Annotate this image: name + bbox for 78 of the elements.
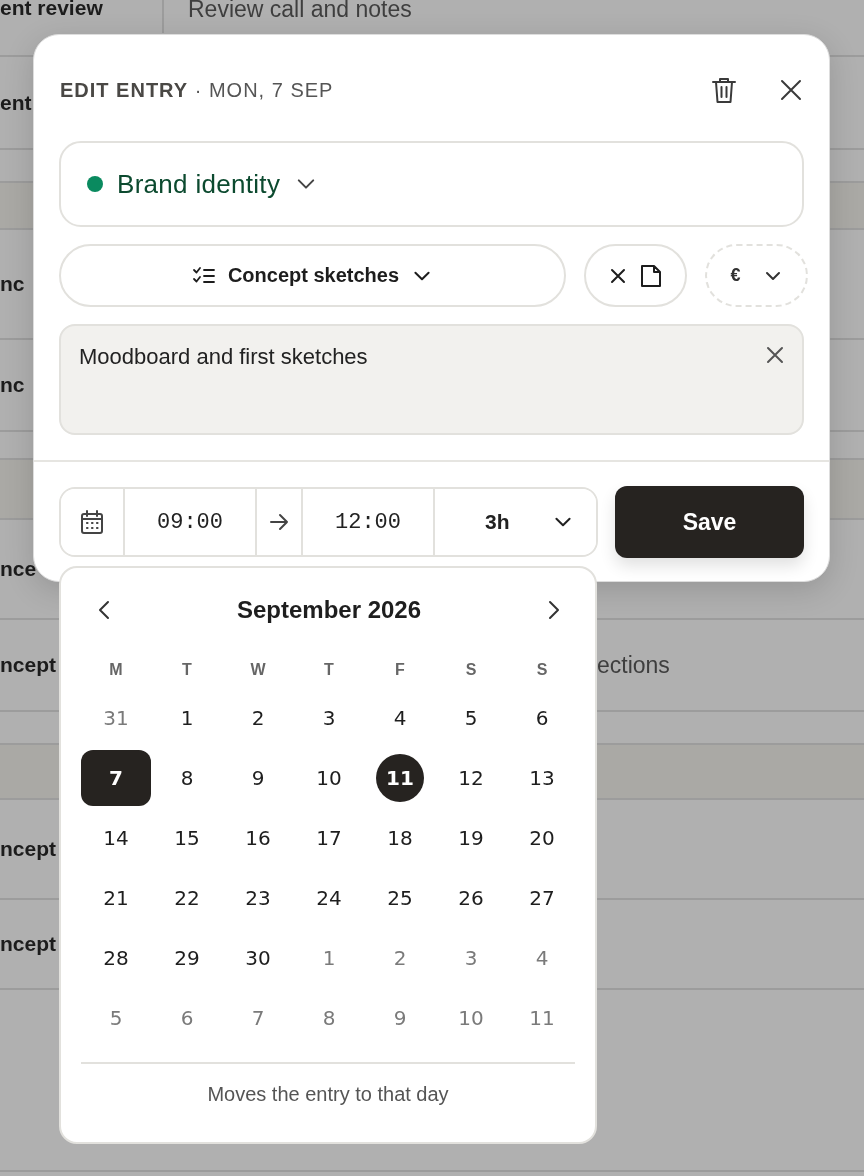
clear-icon[interactable] [766, 346, 784, 364]
month-title: September 2026 [236, 596, 422, 624]
weekday-label: S [536, 661, 548, 678]
list-cell: ent [0, 90, 32, 115]
close-icon [779, 78, 803, 102]
close-button[interactable] [779, 78, 803, 102]
close-icon [608, 266, 627, 285]
day-cell[interactable]: 13 [507, 750, 577, 806]
day-cell[interactable]: 31 [81, 690, 151, 746]
document-icon [638, 262, 663, 289]
weekday-label: T [182, 661, 192, 678]
day-cell[interactable]: 6 [507, 690, 577, 746]
note-field[interactable]: Moodboard and first sketches [59, 324, 804, 435]
list-cell: Review call and notes [188, 0, 412, 23]
day-cell[interactable]: 11 [507, 990, 577, 1046]
weekday-label: F [395, 661, 405, 678]
day-cell[interactable]: 24 [294, 870, 364, 926]
delete-button[interactable] [711, 76, 737, 104]
day-cell[interactable]: 5 [436, 690, 506, 746]
day-cell[interactable]: 9 [223, 750, 293, 806]
day-cell[interactable]: 25 [365, 870, 435, 926]
day-cell[interactable]: 8 [294, 990, 364, 1046]
day-cell[interactable]: 14 [81, 810, 151, 866]
day-cell[interactable]: 8 [152, 750, 222, 806]
weekday-label: T [324, 661, 334, 678]
list-cell: nc [0, 272, 25, 296]
hint-text: Moves the entry to that day [207, 1083, 449, 1105]
weekday-label: S [465, 661, 477, 678]
day-cell[interactable]: 18 [365, 810, 435, 866]
list-cell: nc [0, 373, 25, 397]
list-cell: nce [0, 557, 37, 581]
day-cell[interactable]: 12 [436, 750, 506, 806]
chevron-right-icon [547, 599, 561, 621]
day-cell[interactable]: 7 [223, 990, 293, 1046]
day-cell[interactable]: 20 [507, 810, 577, 866]
trash-icon [711, 76, 737, 104]
day-cell[interactable]: 5 [81, 990, 151, 1046]
list-cell: ncept [0, 932, 56, 956]
previous-month-button[interactable] [97, 599, 111, 621]
day-cell[interactable]: 3 [436, 930, 506, 986]
currency-select[interactable]: € [705, 244, 808, 307]
day-cell[interactable]: 30 [223, 930, 293, 986]
day-cell[interactable]: 19 [436, 810, 506, 866]
task-select[interactable]: Concept sketches [59, 244, 566, 307]
day-cell[interactable]: 2 [223, 690, 293, 746]
list-cell: ncept [0, 837, 56, 861]
list-cell: ncept [0, 653, 56, 677]
day-cell[interactable]: 9 [365, 990, 435, 1046]
next-month-button[interactable] [547, 599, 561, 621]
day-cell[interactable]: 27 [507, 870, 577, 926]
list-cell: ent review [0, 0, 103, 20]
day-cell[interactable]: 10 [436, 990, 506, 1046]
day-cell[interactable]: 28 [81, 930, 151, 986]
day-cell[interactable]: 2 [365, 930, 435, 986]
dialog-title: EDIT ENTRY · MON, 7 SEP [60, 78, 334, 102]
day-cell[interactable]: 1 [152, 690, 222, 746]
day-cell[interactable]: 16 [223, 810, 293, 866]
save-button[interactable]: Save [615, 486, 804, 558]
day-cell[interactable]: 1 [294, 930, 364, 986]
day-cell[interactable]: 21 [81, 870, 151, 926]
day-cell[interactable]: 15 [152, 810, 222, 866]
day-cell[interactable]: 10 [294, 750, 364, 806]
chevron-left-icon [97, 599, 111, 621]
day-cell[interactable]: 7 [81, 750, 151, 806]
list-cell: ections [597, 651, 670, 679]
day-cell[interactable]: 6 [152, 990, 222, 1046]
day-cell[interactable]: 3 [294, 690, 364, 746]
day-cell[interactable]: 29 [152, 930, 222, 986]
day-cell[interactable]: 22 [152, 870, 222, 926]
weekday-label: W [250, 661, 266, 678]
day-cell[interactable]: 17 [294, 810, 364, 866]
day-cell[interactable]: 11 [376, 754, 424, 802]
day-cell[interactable]: 4 [507, 930, 577, 986]
day-cell[interactable]: 23 [223, 870, 293, 926]
weekday-label: M [109, 661, 123, 678]
project-select[interactable]: Brand identity [59, 141, 804, 227]
day-cell[interactable]: 26 [436, 870, 506, 926]
day-cell[interactable]: 4 [365, 690, 435, 746]
